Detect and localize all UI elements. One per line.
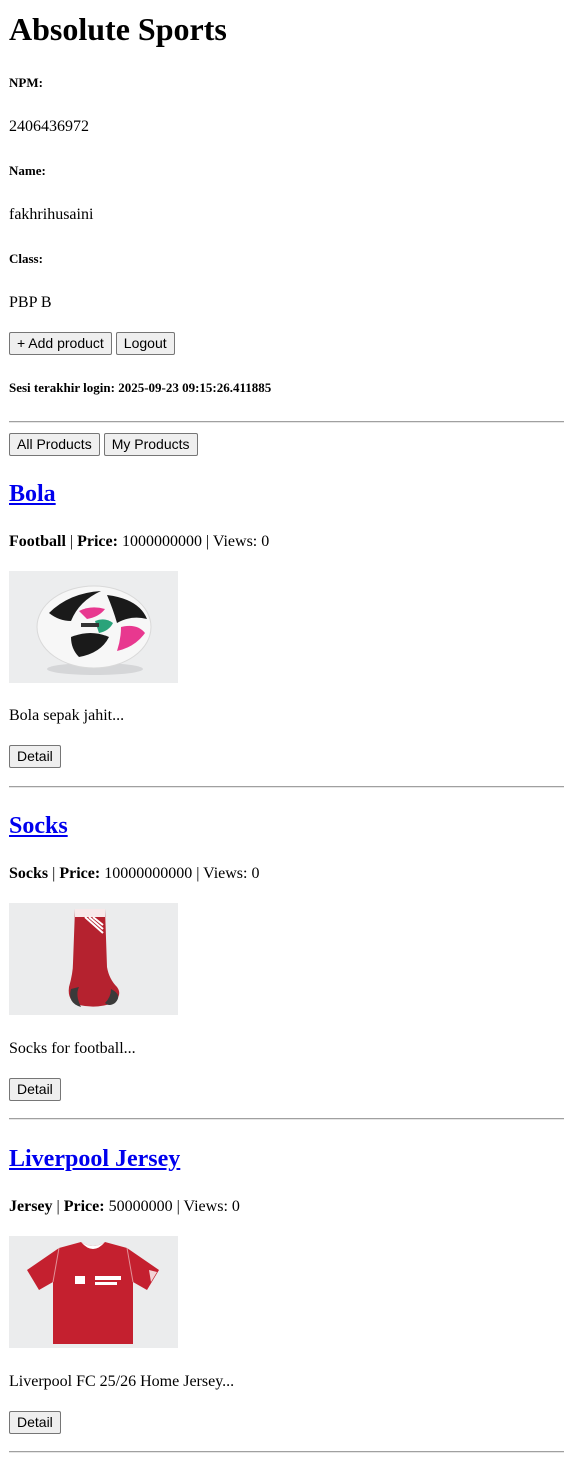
detail-button-wrap: Detail bbox=[9, 1078, 61, 1101]
price-label: Price: bbox=[77, 533, 118, 550]
name-value: fakhrihusaini bbox=[9, 206, 94, 223]
football-image bbox=[9, 571, 178, 683]
detail-button[interactable]: Detail bbox=[9, 1411, 61, 1434]
session-label: Sesi terakhir login: bbox=[9, 380, 115, 395]
price-label: Price: bbox=[59, 865, 101, 882]
divider bbox=[9, 1118, 564, 1120]
session-info: Sesi terakhir login: 2025-09-23 09:15:26… bbox=[9, 380, 271, 395]
price-label: Price: bbox=[63, 1198, 105, 1215]
info-separator: | bbox=[205, 533, 210, 550]
product-thumbnail bbox=[9, 903, 178, 1015]
product-thumbnail bbox=[9, 1236, 178, 1348]
product-description: Liverpool FC 25/26 Home Jersey... bbox=[9, 1373, 235, 1390]
views-label: Views: bbox=[203, 865, 248, 882]
product-title-link[interactable]: Bola bbox=[9, 480, 56, 508]
all-products-button[interactable]: All Products bbox=[9, 433, 100, 456]
divider bbox=[9, 421, 564, 423]
class-label: Class: bbox=[9, 251, 43, 266]
add-product-button[interactable]: + Add product bbox=[9, 332, 112, 355]
product-description: Bola sepak jahit... bbox=[9, 707, 125, 724]
product-price: 1000000000 bbox=[121, 533, 202, 550]
detail-button-wrap: Detail bbox=[9, 745, 61, 768]
product-category: Football bbox=[9, 533, 66, 550]
product-thumbnail bbox=[9, 571, 178, 683]
logout-button[interactable]: Logout bbox=[115, 332, 175, 355]
session-value: 2025-09-23 09:15:26.411885 bbox=[118, 380, 272, 395]
npm-value: 2406436972 bbox=[9, 118, 89, 135]
sock-image bbox=[9, 903, 178, 1015]
info-separator: | bbox=[52, 865, 56, 882]
product-views: 0 bbox=[261, 533, 270, 550]
product-title-link[interactable]: Liverpool Jersey bbox=[9, 1145, 180, 1173]
product-category: Jersey bbox=[9, 1198, 53, 1215]
divider bbox=[9, 1451, 564, 1453]
npm-label: NPM: bbox=[9, 75, 43, 90]
action-bar: + Add product Logout bbox=[9, 332, 175, 355]
jersey-image bbox=[9, 1236, 178, 1348]
product-views: 0 bbox=[251, 865, 260, 882]
views-label: Views: bbox=[212, 533, 258, 550]
views-label: Views: bbox=[183, 1198, 228, 1215]
info-separator: | bbox=[56, 1198, 60, 1215]
product-info: Football | Price: 1000000000 | Views: 0 bbox=[9, 533, 269, 551]
detail-button-wrap: Detail bbox=[9, 1411, 61, 1434]
product-description: Socks for football... bbox=[9, 1040, 136, 1057]
my-products-button[interactable]: My Products bbox=[103, 433, 198, 456]
filter-bar: All Products My Products bbox=[9, 433, 198, 456]
name-label: Name: bbox=[9, 163, 46, 178]
product-views: 0 bbox=[231, 1198, 240, 1215]
page-title: Absolute Sports bbox=[9, 11, 227, 47]
info-separator: | bbox=[196, 865, 200, 882]
info-separator: | bbox=[176, 1198, 180, 1215]
product-info: Jersey | Price: 50000000 | Views: 0 bbox=[9, 1198, 240, 1216]
info-separator: | bbox=[69, 533, 74, 550]
detail-button[interactable]: Detail bbox=[9, 745, 61, 768]
detail-button[interactable]: Detail bbox=[9, 1078, 61, 1101]
class-value: PBP B bbox=[9, 294, 52, 311]
product-info: Socks | Price: 10000000000 | Views: 0 bbox=[9, 865, 259, 883]
product-title-link[interactable]: Socks bbox=[9, 812, 68, 840]
product-price: 10000000000 bbox=[104, 865, 193, 882]
product-category: Socks bbox=[9, 865, 49, 882]
product-price: 50000000 bbox=[108, 1198, 173, 1215]
divider bbox=[9, 786, 564, 788]
